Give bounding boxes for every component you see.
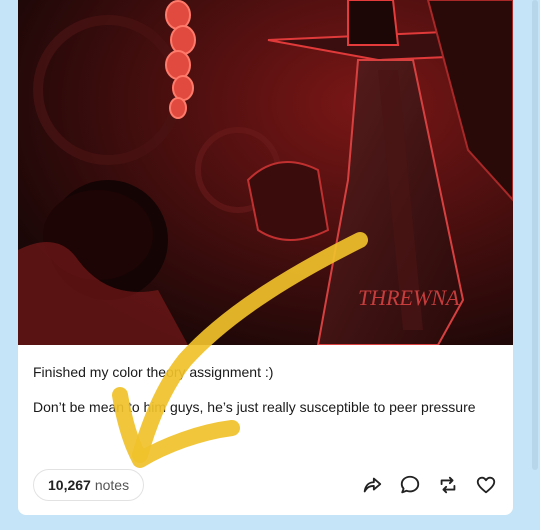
scrollbar-track[interactable] bbox=[530, 0, 540, 530]
notes-label: notes bbox=[94, 477, 130, 493]
post-footer: 10,267 notes bbox=[18, 455, 513, 515]
post-artwork-image[interactable]: THREWNA bbox=[18, 0, 513, 345]
caption-line-2: Don’t be mean to him guys, he’s just rea… bbox=[33, 399, 476, 415]
reblog-button[interactable] bbox=[436, 473, 460, 497]
post-card: THREWNA Finished my color theory assignm… bbox=[18, 0, 513, 515]
post-caption: Finished my color theory assignment :) D… bbox=[18, 345, 513, 418]
share-button[interactable] bbox=[360, 473, 384, 497]
scrollbar-thumb[interactable] bbox=[532, 0, 538, 470]
share-arrow-icon bbox=[363, 477, 382, 493]
reply-bubble-icon bbox=[400, 475, 420, 494]
artwork-signature: THREWNA bbox=[358, 285, 460, 310]
like-button[interactable] bbox=[474, 473, 498, 497]
reply-button[interactable] bbox=[398, 473, 422, 497]
notes-count: 10,267 bbox=[48, 477, 91, 493]
heart-icon bbox=[476, 476, 496, 494]
notes-button[interactable]: 10,267 notes bbox=[33, 469, 145, 501]
caption-line-1: Finished my color theory assignment :) bbox=[33, 364, 274, 380]
post-actions bbox=[360, 473, 498, 497]
reblog-icon bbox=[440, 476, 456, 494]
artwork-illustration: THREWNA bbox=[18, 0, 513, 345]
